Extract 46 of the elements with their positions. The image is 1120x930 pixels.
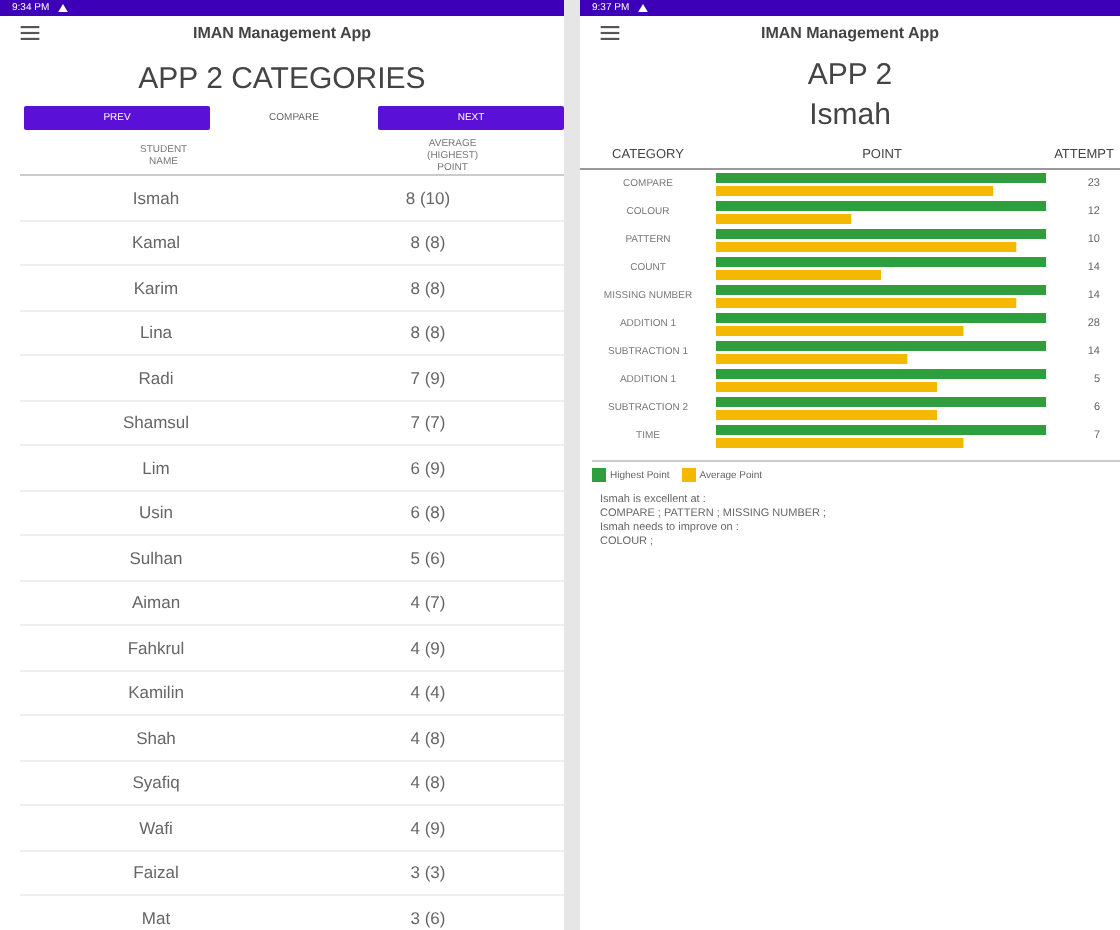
warning-icon xyxy=(57,4,68,12)
table-cell-text: Fahkrul xyxy=(125,637,187,658)
table-cell-text: 4 (8) xyxy=(408,772,448,793)
table-cell-text: Sulhan xyxy=(127,547,185,568)
page-heading: APP 2 xyxy=(805,56,895,96)
table-cell-text: 8 (8) xyxy=(408,277,448,298)
menu-icon[interactable] xyxy=(600,26,620,40)
table-cell-text: Radi xyxy=(136,367,176,388)
student-name: Ismah xyxy=(807,96,893,136)
table-cell-text: Lim xyxy=(140,457,172,478)
table-cell-text: 4 (8) xyxy=(408,727,448,748)
table-cell-text: 4 (4) xyxy=(408,682,448,703)
table-cell-text: Kamal xyxy=(129,232,183,253)
table-cell-text: Shamsul xyxy=(120,412,192,433)
table-cell-text: Wafi xyxy=(137,817,175,838)
page-heading: APP 2 CATEGORIES xyxy=(136,62,428,96)
table-cell-text: Faizal xyxy=(131,862,181,883)
table-cell-text: 7 (7) xyxy=(408,412,448,433)
table-cell-text: Shah xyxy=(134,727,178,748)
table-cell-text: 8 (10) xyxy=(403,187,453,208)
table-cell-text: 4 (7) xyxy=(408,592,448,613)
app-title: IMAN Management App xyxy=(192,24,372,42)
table-cell-text: 6 (9) xyxy=(408,457,448,478)
table-cell-text: Usin xyxy=(136,502,175,523)
table-cell-text: Karim xyxy=(131,277,181,298)
legend-swatch xyxy=(681,468,696,482)
table-cell-text: 6 (8) xyxy=(408,502,448,523)
table-cell-text: Mat xyxy=(139,907,173,928)
table-cell-text: 8 (8) xyxy=(408,322,448,343)
table-cell-text: Aiman xyxy=(129,592,183,613)
table-cell-text: Syafiq xyxy=(130,772,182,793)
table-cell-text: 4 (9) xyxy=(408,817,448,838)
table-cell-text: Ismah xyxy=(130,187,182,208)
legend-swatch xyxy=(592,468,606,482)
table-cell-text: 3 (3) xyxy=(408,862,448,883)
warning-icon xyxy=(637,4,648,12)
table-cell-text: 7 (9) xyxy=(408,367,448,388)
table-cell-text: 3 (6) xyxy=(408,907,448,928)
chart-bar xyxy=(716,214,852,224)
table-cell-text: 4 (9) xyxy=(408,637,448,658)
table-cell-text: Lina xyxy=(137,322,175,343)
menu-icon[interactable] xyxy=(20,26,40,40)
table-cell-text: 5 (6) xyxy=(408,547,448,568)
app-title: IMAN Management App xyxy=(760,24,940,42)
table-cell-text: 8 (8) xyxy=(408,232,448,253)
table-cell-text: Kamilin xyxy=(126,682,186,703)
